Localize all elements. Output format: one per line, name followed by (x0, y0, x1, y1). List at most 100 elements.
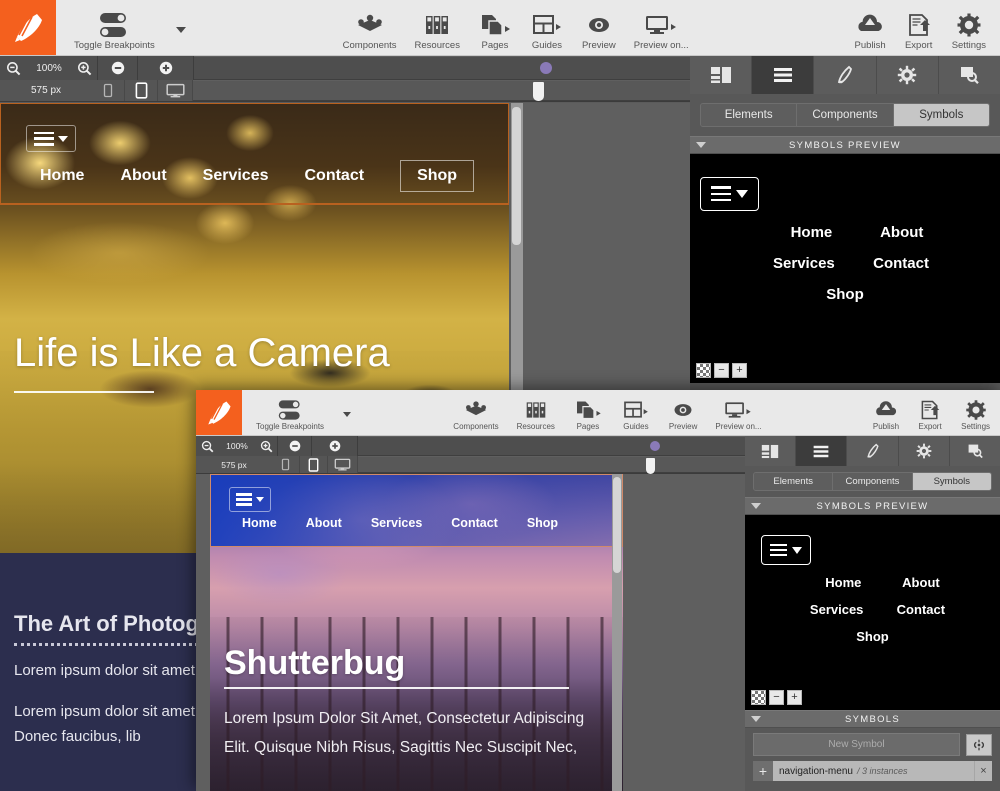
preview-link-services[interactable]: Services (773, 255, 835, 272)
device-tablet-button-front[interactable] (300, 456, 328, 473)
nav-link-services[interactable]: Services (203, 167, 269, 185)
site-navbar-back[interactable]: Home About Services Contact Shop (0, 103, 509, 205)
style-tab[interactable] (847, 436, 899, 466)
preview-on-button-front[interactable]: Preview on... (706, 390, 770, 435)
preview-button[interactable]: Preview (573, 0, 625, 55)
preview-link-about[interactable]: About (880, 224, 923, 241)
inspect-tab[interactable] (950, 436, 1000, 466)
resources-button-front[interactable]: Resources (508, 390, 564, 435)
segment-elements[interactable]: Elements (754, 473, 834, 490)
breakpoint-drag-handle[interactable] (533, 82, 544, 101)
canvas-scrollbar-thumb-front[interactable] (613, 477, 621, 573)
device-desktop-button-front[interactable] (328, 456, 358, 473)
symbols-preview-canvas-front[interactable]: Home About Services Contact Shop − + (745, 515, 1000, 710)
breakpoint-width-value-front[interactable]: 575 px (196, 460, 272, 470)
nav-link-contact[interactable]: Contact (305, 167, 365, 185)
segment-components[interactable]: Components (797, 104, 894, 126)
components-button-front[interactable]: Components (444, 390, 507, 435)
breakpoint-remove-button-front[interactable] (278, 436, 312, 456)
toggle-breakpoints-dropdown-icon[interactable] (175, 26, 186, 33)
transparency-checker-toggle[interactable] (696, 363, 711, 378)
segment-symbols[interactable]: Symbols (893, 104, 989, 126)
device-tablet-button[interactable] (125, 80, 158, 101)
remove-symbol-button[interactable]: × (974, 761, 992, 781)
preview-link-shop[interactable]: Shop (826, 286, 864, 303)
layout-tab[interactable] (745, 436, 797, 466)
web-page-preview-front[interactable]: Home About Services Contact Shop Shutter… (210, 474, 623, 791)
guides-button-front[interactable]: Guides (612, 390, 660, 435)
settings-button-front[interactable]: Settings (952, 390, 1000, 435)
symbols-preview-canvas-back[interactable]: Home About Services Contact Shop − + (690, 154, 1000, 383)
list-tab[interactable] (796, 436, 848, 466)
nav-link-home[interactable]: Home (40, 167, 84, 185)
symbol-list-item[interactable]: + navigation-menu / 3 instances × (753, 761, 992, 781)
preview-button-front[interactable]: Preview (660, 390, 706, 435)
breakpoint-remove-button[interactable] (98, 56, 138, 80)
symbols-header-front[interactable]: SYMBOLS (745, 710, 1000, 728)
pages-button-front[interactable]: Pages (564, 390, 612, 435)
toggle-breakpoints-dropdown-icon[interactable] (343, 412, 352, 417)
transparency-checker-toggle[interactable] (751, 690, 766, 705)
site-navbar-front[interactable]: Home About Services Contact Shop (210, 474, 623, 547)
export-button[interactable]: Export (895, 0, 943, 55)
symbols-preview-header-back[interactable]: SYMBOLS PREVIEW (690, 136, 1000, 154)
symbol-name-cell[interactable]: navigation-menu / 3 instances (773, 761, 974, 781)
zoom-level-value[interactable]: 100% (26, 63, 72, 74)
preview-link-home[interactable]: Home (791, 224, 833, 241)
breakpoint-drag-handle-front[interactable] (646, 458, 655, 474)
preview-link-contact[interactable]: Contact (897, 602, 945, 617)
resources-button[interactable]: Resources (406, 0, 469, 55)
device-phone-small-button-front[interactable] (272, 456, 300, 473)
toggle-breakpoints-button-front[interactable]: Toggle Breakpoints (242, 390, 333, 435)
symbol-preview-hamburger-button[interactable] (700, 176, 759, 212)
components-button[interactable]: Components (334, 0, 406, 55)
nav-link-contact[interactable]: Contact (451, 516, 498, 530)
segment-elements[interactable]: Elements (701, 104, 798, 126)
zoom-in-button[interactable] (72, 56, 98, 80)
export-button-front[interactable]: Export (908, 390, 952, 435)
preview-link-about[interactable]: About (902, 575, 940, 590)
zoom-out-button[interactable] (0, 56, 26, 80)
canvas-scrollbar-thumb-back[interactable] (512, 107, 521, 245)
list-tab[interactable] (752, 56, 815, 94)
nav-link-services[interactable]: Services (371, 516, 422, 530)
preview-link-home[interactable]: Home (825, 575, 861, 590)
preview-zoom-out[interactable]: − (714, 363, 729, 378)
segment-components[interactable]: Components (833, 473, 913, 490)
zoom-level-value-front[interactable]: 100% (218, 441, 256, 451)
pages-button[interactable]: Pages (469, 0, 521, 55)
zoom-in-button-front[interactable] (256, 436, 278, 456)
symbol-preview-hamburger-button-front[interactable] (761, 533, 811, 565)
style-tab[interactable] (814, 56, 877, 94)
layout-tab[interactable] (690, 56, 753, 94)
app-logo-front[interactable] (196, 390, 242, 435)
guides-button[interactable]: Guides (521, 0, 573, 55)
segment-symbols[interactable]: Symbols (912, 473, 991, 490)
hamburger-menu-button-front[interactable] (229, 487, 271, 512)
breakpoint-add-button[interactable] (138, 56, 194, 80)
hamburger-menu-button[interactable] (26, 125, 76, 153)
preview-zoom-in[interactable]: + (787, 690, 802, 705)
nav-link-shop[interactable]: Shop (527, 516, 558, 530)
preview-on-button[interactable]: Preview on... (625, 0, 698, 55)
nav-link-shop[interactable]: Shop (400, 160, 475, 193)
breakpoint-width-value[interactable]: 575 px (0, 85, 92, 96)
preview-link-contact[interactable]: Contact (873, 255, 929, 272)
zoom-out-button-front[interactable] (196, 436, 218, 456)
toggle-breakpoints-button[interactable]: Toggle Breakpoints (56, 0, 164, 55)
device-desktop-button[interactable] (158, 80, 193, 101)
preview-link-shop[interactable]: Shop (856, 629, 889, 644)
settings-tab[interactable] (899, 436, 950, 466)
breakpoint-marker-front[interactable] (650, 441, 660, 451)
nav-link-about[interactable]: About (306, 516, 342, 530)
symbols-preview-header-front[interactable]: SYMBOLS PREVIEW (745, 497, 1000, 515)
publish-button[interactable]: Publish (846, 0, 895, 55)
window-front[interactable]: Toggle Breakpoints Components Resources … (196, 390, 1000, 791)
app-logo[interactable] (0, 0, 56, 55)
preview-link-services[interactable]: Services (810, 602, 864, 617)
inspect-tab[interactable] (939, 56, 1000, 94)
settings-tab[interactable] (877, 56, 939, 94)
publish-button-front[interactable]: Publish (864, 390, 908, 435)
preview-zoom-out[interactable]: − (769, 690, 784, 705)
new-symbol-input[interactable]: New Symbol (753, 733, 960, 756)
